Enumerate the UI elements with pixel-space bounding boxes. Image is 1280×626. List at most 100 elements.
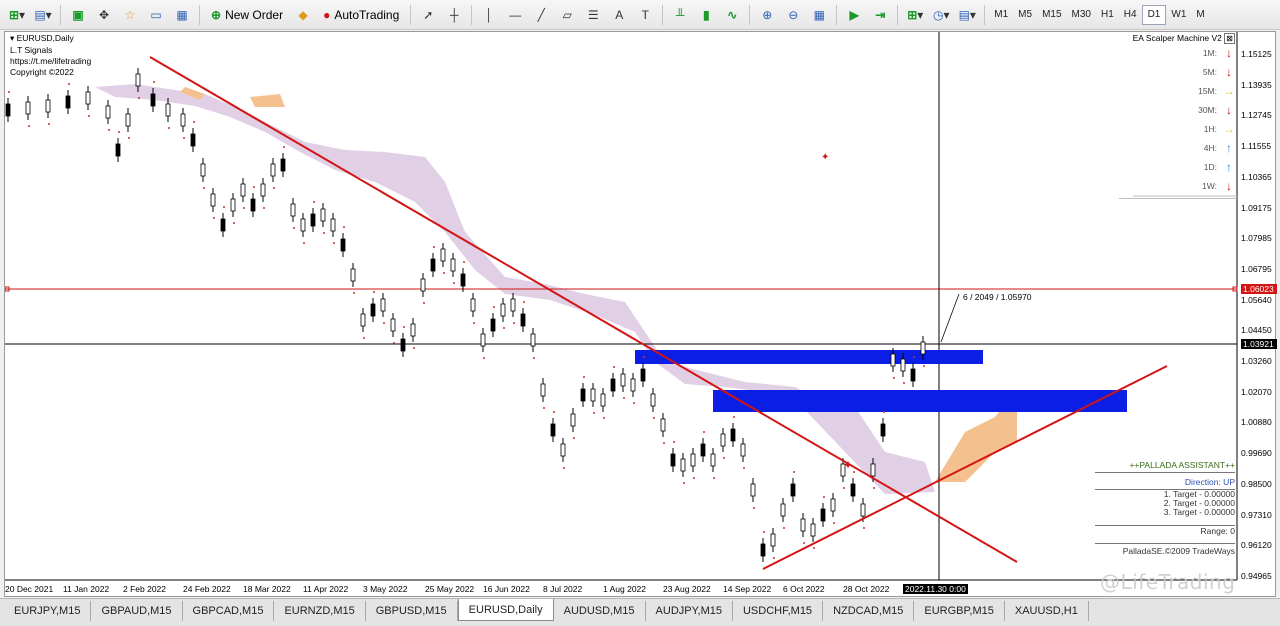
timeframe-h4-button[interactable]: H4 bbox=[1119, 5, 1142, 25]
sar-dot bbox=[723, 457, 725, 459]
sar-dot bbox=[183, 137, 185, 139]
candle-body bbox=[25, 101, 31, 115]
timeframe-m15-button[interactable]: M15 bbox=[1037, 5, 1066, 25]
chart-tab[interactable]: AUDJPY,M15 bbox=[646, 601, 733, 621]
candle-body bbox=[210, 193, 216, 207]
timeframe-d1-button[interactable]: D1 bbox=[1141, 4, 1167, 25]
sar-dot bbox=[813, 547, 815, 549]
date-tick-label: 20 Dec 2021 bbox=[5, 584, 54, 594]
new-chart-icon[interactable]: ⊞ ▾ bbox=[6, 4, 28, 26]
zoom-in-icon[interactable]: ⊕ bbox=[756, 4, 778, 26]
text-icon[interactable]: A bbox=[608, 4, 630, 26]
arrow-down-icon: ↓ bbox=[1226, 178, 1232, 193]
chart-tab[interactable]: GBPCAD,M15 bbox=[183, 601, 275, 621]
timeframe-m-button[interactable]: M bbox=[1191, 5, 1209, 25]
metaeditor-icon[interactable]: ◆ bbox=[292, 4, 314, 26]
crosshair-icon[interactable]: ┼ bbox=[443, 4, 465, 26]
candle-body bbox=[550, 423, 556, 437]
timeframe-m5-button[interactable]: M5 bbox=[1013, 5, 1037, 25]
date-tick-label: 8 Jul 2022 bbox=[543, 584, 583, 594]
chart-tab[interactable]: XAUUSD,H1 bbox=[1005, 601, 1089, 621]
cursor-icon[interactable]: ➚ bbox=[417, 4, 439, 26]
toolbar-divider bbox=[984, 4, 986, 25]
candle-body bbox=[820, 508, 826, 522]
candle-body bbox=[920, 341, 926, 355]
profiles-icon[interactable]: ▤ ▾ bbox=[32, 4, 54, 26]
sar-dot bbox=[553, 411, 555, 413]
tester-icon[interactable]: ▦ bbox=[171, 4, 193, 26]
zoom-out-icon[interactable]: ⊖ bbox=[782, 4, 804, 26]
new-order-button[interactable]: ⊕ New Order bbox=[206, 4, 288, 26]
chart-tab[interactable]: NZDCAD,M15 bbox=[823, 601, 915, 621]
sar-dot bbox=[343, 226, 345, 228]
toolbar-divider bbox=[749, 4, 751, 25]
line-chart-icon[interactable]: ∿ bbox=[721, 4, 743, 26]
navigator-icon[interactable]: ☆ bbox=[119, 4, 141, 26]
sar-dot bbox=[593, 412, 595, 414]
chart-tab[interactable]: EURNZD,M15 bbox=[274, 601, 366, 621]
toolbar-divider bbox=[836, 4, 838, 25]
sar-dot bbox=[673, 441, 675, 443]
price-chart[interactable]: ✦✦ bbox=[5, 32, 1277, 598]
candle-body bbox=[580, 388, 586, 402]
candle-body bbox=[530, 333, 536, 347]
indicators-icon[interactable]: ⊞ ▾ bbox=[904, 4, 926, 26]
candle-body bbox=[230, 198, 236, 212]
timeframe-m1-button[interactable]: M1 bbox=[989, 5, 1013, 25]
chart-window[interactable]: ✦ ✦ ▾ EURUSD,Daily L.T Signals https://t.… bbox=[4, 31, 1277, 598]
sar-dot bbox=[403, 326, 405, 328]
terminal-icon[interactable]: ▭ bbox=[145, 4, 167, 26]
autoscroll-icon[interactable]: ▶ bbox=[843, 4, 865, 26]
fibonacci-icon[interactable]: ☰ bbox=[582, 4, 604, 26]
chart-tab[interactable]: GBPUSD,M15 bbox=[366, 601, 458, 621]
chart-tab[interactable]: EURGBP,M15 bbox=[914, 601, 1005, 621]
sar-dot bbox=[203, 187, 205, 189]
sar-dot bbox=[503, 327, 505, 329]
horizontal-line-icon[interactable]: — bbox=[504, 4, 526, 26]
timeframe-h1-button[interactable]: H1 bbox=[1096, 5, 1119, 25]
candle-body bbox=[720, 433, 726, 447]
market-watch-icon[interactable]: ▣ bbox=[67, 4, 89, 26]
label-icon[interactable]: T bbox=[634, 4, 656, 26]
chart-tab[interactable]: AUDUSD,M15 bbox=[554, 601, 646, 621]
autotrading-button[interactable]: ● AutoTrading bbox=[318, 4, 404, 26]
candle-body bbox=[710, 453, 716, 467]
channel-icon[interactable]: ▱ bbox=[556, 4, 578, 26]
data-window-icon[interactable]: ✥ bbox=[93, 4, 115, 26]
chart-tab[interactable]: GBPAUD,M15 bbox=[91, 601, 183, 621]
candle-chart-icon[interactable]: ▮ bbox=[695, 4, 717, 26]
pallada-title: ++PALLADA ASSISTANT++ bbox=[1129, 460, 1235, 470]
price-tick-label: 1.13935 bbox=[1241, 79, 1272, 90]
timeframe-w1-button[interactable]: W1 bbox=[1166, 5, 1191, 25]
chart-tab[interactable]: EURJPY,M15 bbox=[4, 601, 92, 621]
pallada-copyright: PalladaSE.©2009 TradeWays bbox=[1095, 543, 1235, 556]
periods-icon[interactable]: ◷ ▾ bbox=[930, 4, 952, 26]
vertical-line-icon[interactable]: │ bbox=[478, 4, 500, 26]
bar-chart-icon[interactable]: ╨ bbox=[669, 4, 691, 26]
ichimoku-cloud-orange bbox=[250, 94, 285, 107]
candle-body bbox=[430, 258, 436, 272]
chart-tab[interactable]: EURUSD,Daily bbox=[457, 599, 554, 621]
candle-body bbox=[85, 91, 91, 105]
toolbar-divider bbox=[410, 4, 412, 25]
chart-shift-icon[interactable]: ⇥ bbox=[869, 4, 891, 26]
sar-dot bbox=[8, 91, 10, 93]
candle-body bbox=[570, 413, 576, 427]
sar-dot bbox=[153, 81, 155, 83]
chart-tabs: EURJPY,M15 GBPAUD,M15 GBPCAD,M15 EURNZD,M15… bbox=[0, 598, 1280, 626]
timeframe-m30-button[interactable]: M30 bbox=[1067, 5, 1096, 25]
toolbar-divider bbox=[662, 4, 664, 25]
candle-body bbox=[510, 298, 516, 312]
trendline-icon[interactable]: ╱ bbox=[530, 4, 552, 26]
tile-windows-icon[interactable]: ▦ bbox=[808, 4, 830, 26]
candle-body bbox=[250, 198, 256, 212]
candle-body bbox=[660, 418, 666, 432]
ea-close-icon[interactable]: ⊠ bbox=[1224, 33, 1235, 44]
templates-icon[interactable]: ▤ ▾ bbox=[956, 4, 978, 26]
sar-dot bbox=[843, 487, 845, 489]
price-tick-label: 1.05640 bbox=[1241, 294, 1272, 305]
chart-tab[interactable]: USDCHF,M15 bbox=[733, 601, 824, 621]
price-tick-label: 1.12745 bbox=[1241, 110, 1272, 121]
candle-body bbox=[350, 268, 356, 282]
candle-body bbox=[290, 203, 296, 217]
